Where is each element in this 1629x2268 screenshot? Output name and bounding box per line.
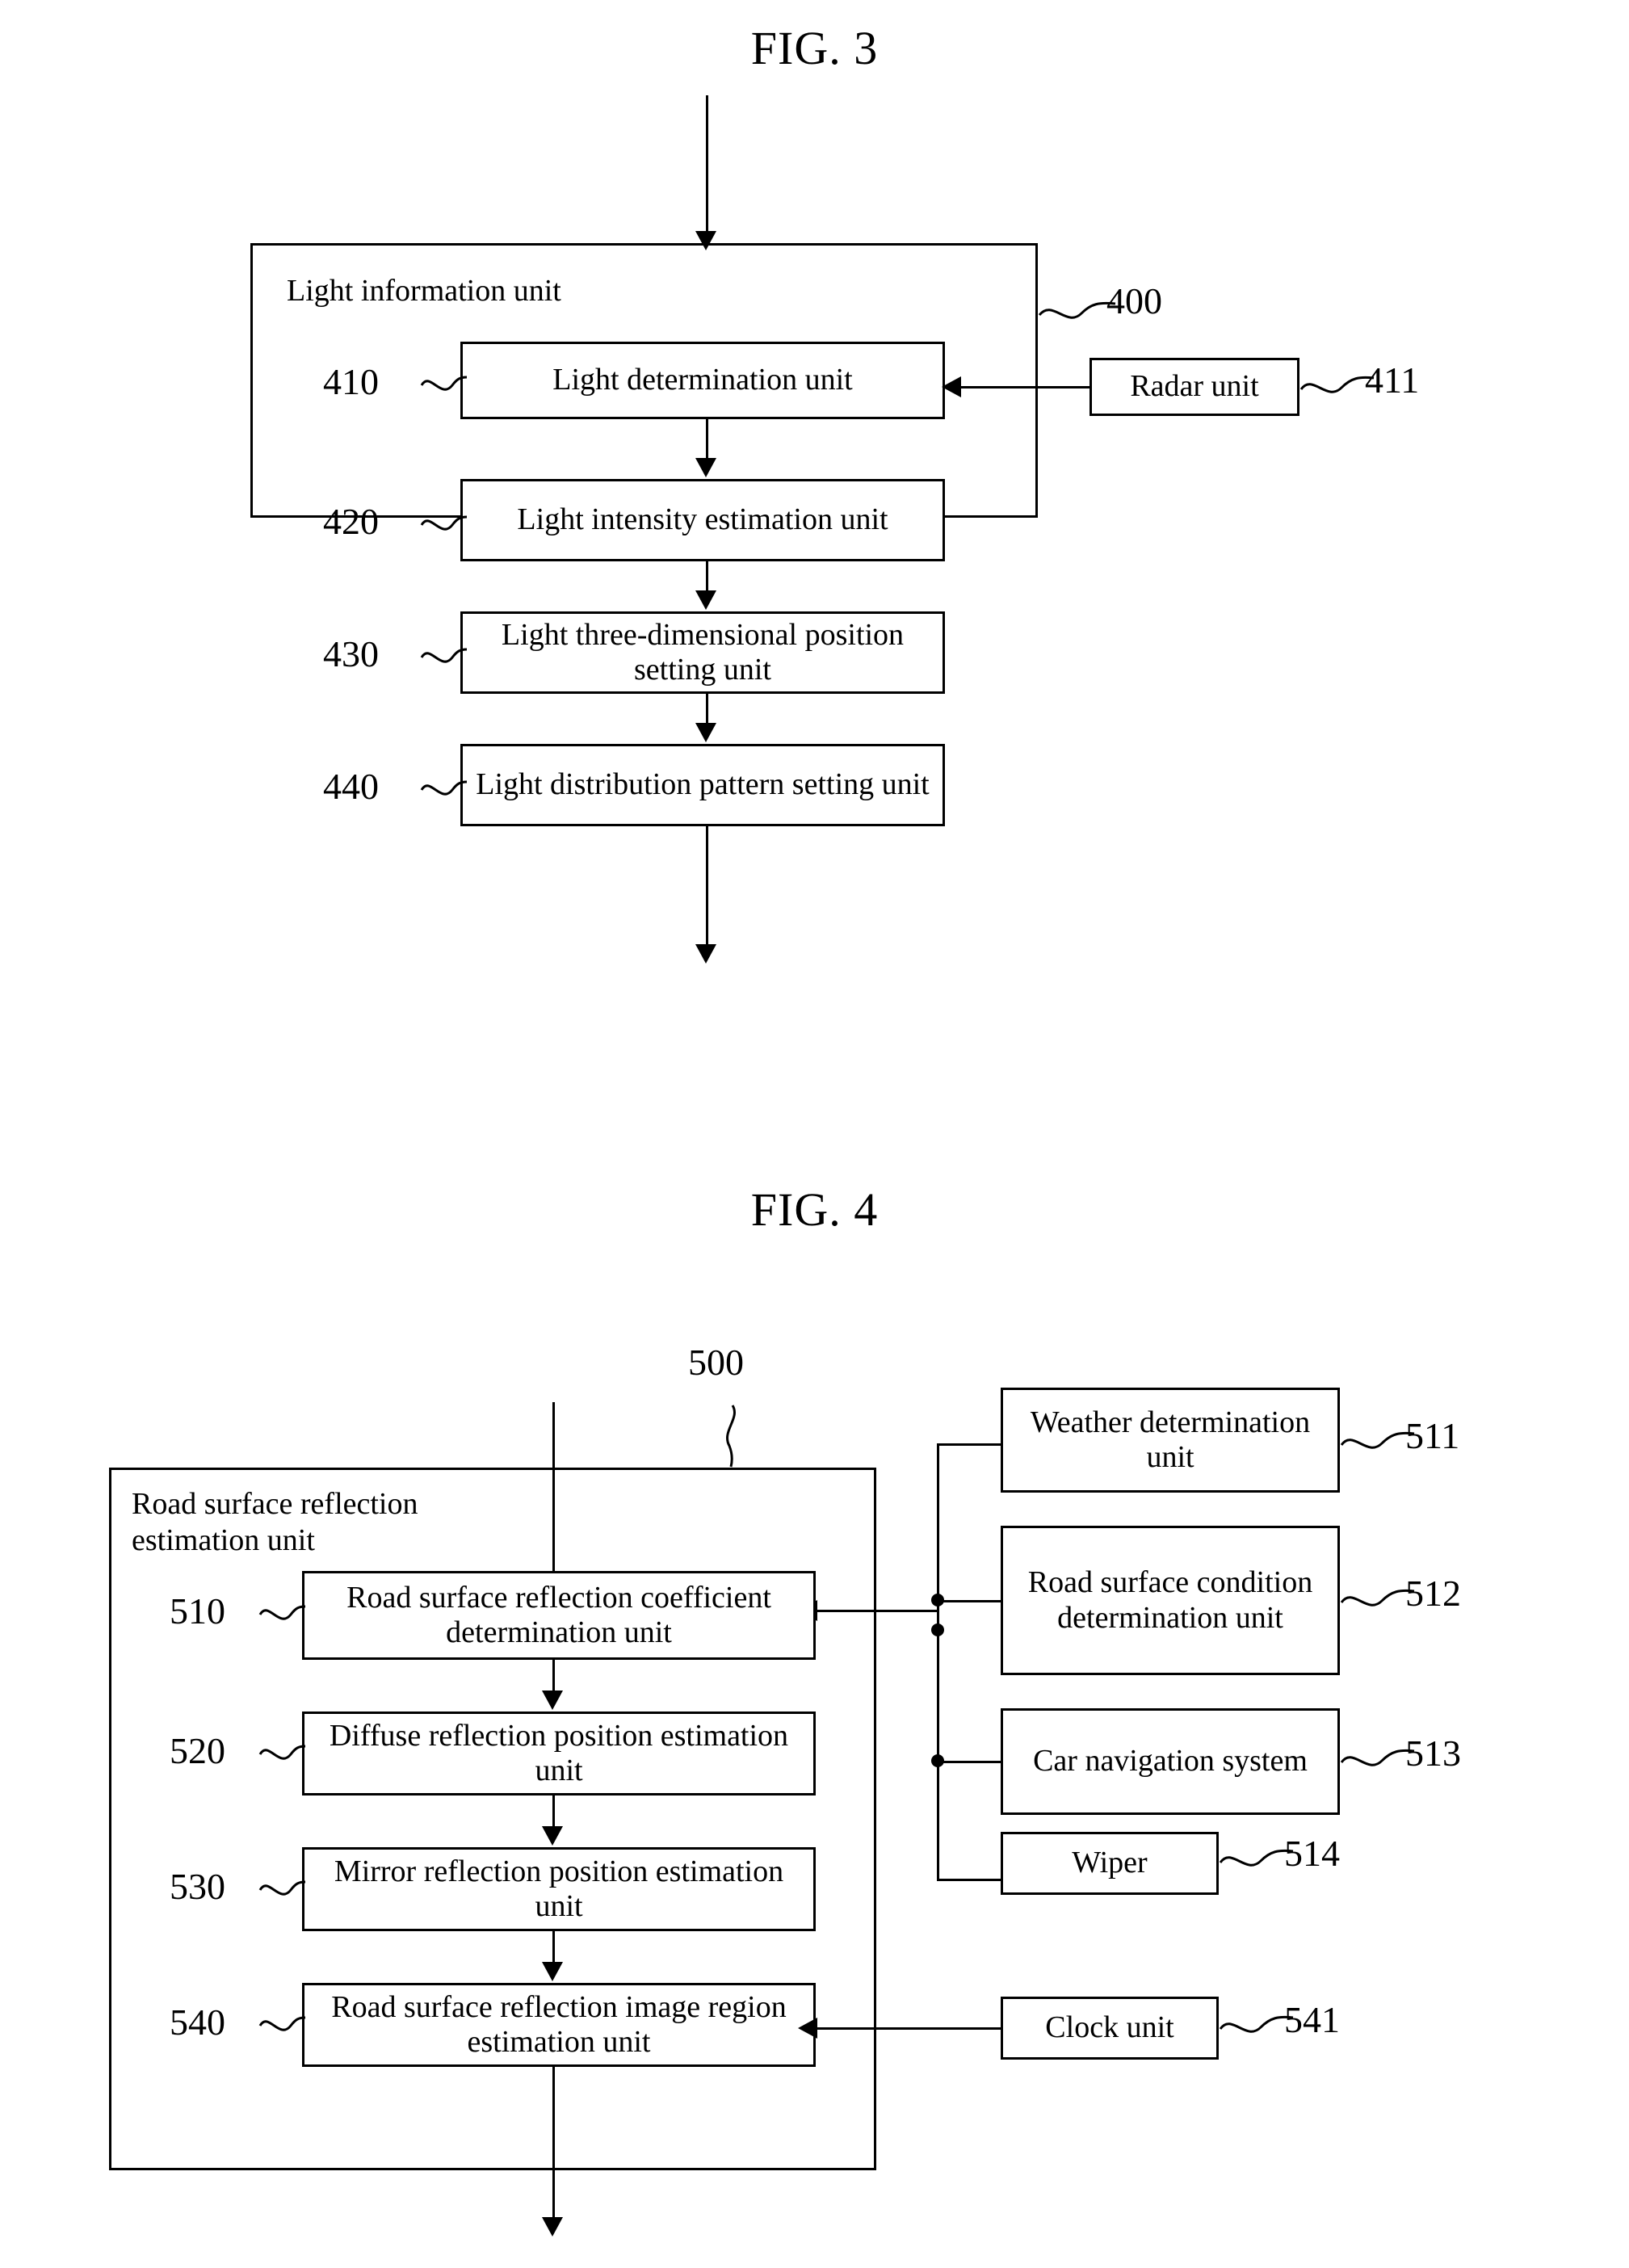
- fig3-block-440-label: Light distribution pattern setting unit: [476, 767, 930, 802]
- fig3-ref-400: 400: [1106, 280, 1162, 321]
- fig4-ref-500: 500: [688, 1342, 744, 1383]
- fig4-ref-520-leader: [258, 1737, 307, 1769]
- fig4-output-line: [552, 2067, 555, 2220]
- fig4-ref-510: 510: [170, 1590, 225, 1632]
- fig4-bus-to-512-line: [937, 1600, 1003, 1602]
- fig4-connector-510-520: [552, 1660, 555, 1694]
- fig4-block-510[interactable]: Road surface reflection coefficient dete…: [302, 1571, 816, 1660]
- fig3-ref-411: 411: [1365, 359, 1420, 401]
- fig4-ref-512: 512: [1405, 1573, 1461, 1614]
- fig3-connector-420-430: [706, 561, 708, 594]
- fig3-ref-440: 440: [323, 766, 379, 807]
- fig4-output-arrowhead: [542, 2217, 563, 2236]
- fig3-ref-420: 420: [323, 501, 379, 542]
- fig4-bus-junction-dot-512: [931, 1594, 944, 1606]
- fig4-block-511-label: Weather determination unit: [1030, 1405, 1311, 1474]
- fig4-sensor-bus-vertical: [937, 1444, 939, 1880]
- fig4-block-530[interactable]: Mirror reflection position estimation un…: [302, 1847, 816, 1931]
- fig4-clock-to-540-arrowhead: [798, 2018, 817, 2039]
- fig3-block-411-label: Radar unit: [1130, 369, 1259, 404]
- fig4-connector-520-530: [552, 1796, 555, 1829]
- fig4-ref-530: 530: [170, 1866, 225, 1907]
- fig3-block-430-label: Light three-dimensional position setting…: [501, 617, 905, 687]
- fig4-bus-to-510-line: [816, 1610, 938, 1612]
- fig4-connector-530-540-arrowhead: [542, 1962, 563, 1981]
- fig3-output-line: [706, 826, 708, 947]
- fig4-block-512-road-surface-condition-determination-unit[interactable]: Road surface condition determination uni…: [1001, 1526, 1340, 1675]
- fig3-connector-410-420: [706, 419, 708, 461]
- fig4-ref-540-leader: [258, 2008, 307, 2040]
- fig4-container-label: Road surface reflection estimation unit: [132, 1487, 418, 1557]
- fig4-ref-511: 511: [1405, 1415, 1460, 1456]
- fig4-ref-530-leader: [258, 1872, 307, 1905]
- figure-title-4: FIG. 4: [750, 1183, 879, 1236]
- fig4-ref-514: 514: [1284, 1833, 1340, 1874]
- fig4-block-541-label: Clock unit: [1045, 2010, 1174, 2045]
- fig3-connector-430-440-arrowhead: [695, 723, 716, 742]
- fig3-radar-to-410-line: [960, 386, 1089, 388]
- fig4-block-540[interactable]: Road surface reflection image region est…: [302, 1983, 816, 2067]
- fig3-connector-420-430-arrowhead: [695, 590, 716, 610]
- fig3-block-420[interactable]: Light intensity estimation unit: [460, 479, 945, 561]
- fig4-block-510-label: Road surface reflection coefficient dete…: [346, 1580, 771, 1649]
- fig4-bus-to-511-line: [937, 1443, 1003, 1446]
- fig3-ref-430: 430: [323, 633, 379, 674]
- fig4-block-513-label: Car navigation system: [1033, 1744, 1308, 1779]
- fig3-block-420-label: Light intensity estimation unit: [517, 502, 888, 537]
- fig3-block-411-radar-unit[interactable]: Radar unit: [1089, 358, 1299, 416]
- fig4-ref-520: 520: [170, 1730, 225, 1771]
- fig4-block-541-clock-unit[interactable]: Clock unit: [1001, 1997, 1219, 2060]
- fig3-block-440[interactable]: Light distribution pattern setting unit: [460, 744, 945, 826]
- fig4-block-513-car-navigation-system[interactable]: Car navigation system: [1001, 1708, 1340, 1815]
- fig3-radar-to-410-arrowhead: [942, 376, 961, 397]
- fig4-ref-540: 540: [170, 2001, 225, 2043]
- fig4-ref-541: 541: [1284, 1999, 1340, 2040]
- fig3-container-label: Light information unit: [287, 274, 561, 308]
- fig4-connector-530-540: [552, 1931, 555, 1965]
- fig4-connector-510-520-arrowhead: [542, 1690, 563, 1710]
- fig3-ref-430-leader: [420, 640, 468, 672]
- fig3-ref-410-leader: [420, 368, 468, 400]
- fig3-ref-410: 410: [323, 361, 379, 402]
- fig3-block-410-label: Light determination unit: [552, 363, 853, 397]
- fig4-block-540-label: Road surface reflection image region est…: [331, 1989, 787, 2059]
- fig4-block-514-wiper[interactable]: Wiper: [1001, 1832, 1219, 1895]
- fig4-bus-to-513-line: [937, 1761, 1003, 1763]
- fig4-ref-513: 513: [1405, 1732, 1461, 1774]
- fig4-clock-to-540-line: [816, 2027, 1001, 2030]
- fig4-block-530-label: Mirror reflection position estimation un…: [334, 1854, 784, 1923]
- fig3-block-430[interactable]: Light three-dimensional position setting…: [460, 611, 945, 694]
- fig3-connector-410-420-arrowhead: [695, 458, 716, 477]
- fig4-bus-junction-dot-512b: [931, 1623, 944, 1636]
- fig3-ref-420-leader: [420, 507, 468, 540]
- fig4-block-514-label: Wiper: [1072, 1846, 1148, 1880]
- fig3-output-arrowhead: [695, 944, 716, 964]
- fig3-input-line: [706, 95, 708, 233]
- fig4-block-511-weather-determination-unit[interactable]: Weather determination unit: [1001, 1388, 1340, 1493]
- fig4-bus-junction-dot-513: [931, 1754, 944, 1767]
- fig3-ref-440-leader: [420, 772, 468, 804]
- fig4-ref-510-leader: [258, 1597, 307, 1629]
- fig4-block-512-label: Road surface condition determination uni…: [1027, 1565, 1313, 1635]
- fig3-block-410[interactable]: Light determination unit: [460, 342, 945, 419]
- fig4-block-520[interactable]: Diffuse reflection position estimation u…: [302, 1712, 816, 1796]
- fig4-bus-to-514-line: [937, 1879, 1003, 1881]
- fig4-ref-500-leader: [715, 1404, 747, 1468]
- figure-title-3: FIG. 3: [750, 22, 879, 74]
- fig4-block-520-label: Diffuse reflection position estimation u…: [329, 1718, 789, 1787]
- fig4-connector-520-530-arrowhead: [542, 1826, 563, 1846]
- fig3-connector-430-440: [706, 694, 708, 726]
